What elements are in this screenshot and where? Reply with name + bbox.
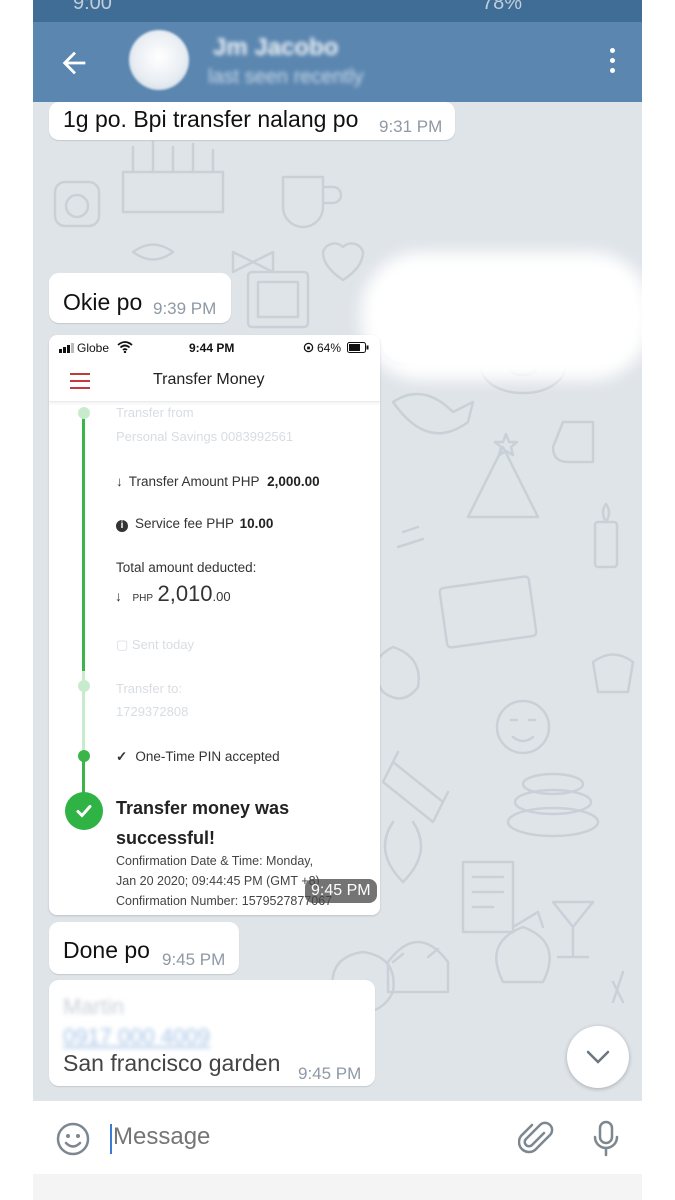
status-bar: 9:00 78% [33, 0, 642, 22]
emoji-icon[interactable] [55, 1121, 91, 1157]
image-time: 9:45 PM [305, 879, 377, 903]
message-text: San francisco garden [63, 1050, 281, 1076]
service-fee-value: 10.00 [239, 516, 274, 531]
phone-screen: 9:00 78% Jm Jacobo last seen recently 1g… [33, 0, 642, 1200]
back-arrow-icon[interactable] [57, 46, 91, 80]
arrow-down-icon: ↓ [116, 474, 123, 489]
carrier-name: Globe [77, 341, 110, 355]
avatar[interactable] [129, 30, 189, 90]
message-time: 9:45 PM [298, 1064, 362, 1083]
screenshot-time: 9:44 PM [189, 341, 235, 355]
message-bubble[interactable]: Okie po 9:39 PM [49, 273, 231, 323]
transfer-amount-row: ↓ Transfer Amount PHP 2,000.00 [116, 474, 320, 489]
message-bubble[interactable]: Martin 0917 000 4009 San francisco garde… [49, 980, 375, 1086]
redacted-name: Martin [63, 994, 125, 1019]
timeline-line [82, 411, 85, 671]
success-check-icon [65, 792, 103, 830]
paperclip-icon[interactable] [518, 1119, 554, 1159]
transfer-amount-value: 2,000.00 [267, 474, 320, 489]
faded-detail: Personal Savings 0083992561 [116, 429, 294, 444]
timeline-dot [78, 750, 90, 762]
redacted-link: 0917 000 4009 [63, 1024, 210, 1049]
otp-row: ✓ One-Time PIN accepted [116, 749, 280, 764]
last-seen-status: last seen recently [208, 66, 364, 88]
wifi-icon [117, 341, 133, 353]
image-attachment[interactable]: Globe 9:44 PM 64% Transfer Money Transfe… [49, 335, 380, 915]
message-text: 1g po. Bpi transfer nalang po [63, 106, 359, 132]
microphone-icon[interactable] [591, 1119, 621, 1159]
chevron-down-icon [586, 1050, 610, 1064]
scroll-down-button[interactable] [567, 1026, 629, 1088]
message-bubble[interactable]: Done po 9:45 PM [49, 922, 239, 974]
faded-detail: ▢ Sent today [116, 637, 195, 652]
more-options-icon[interactable] [608, 48, 616, 78]
battery-percent: 64% [317, 341, 342, 355]
timeline-dot [78, 680, 90, 692]
contact-name[interactable]: Jm Jacobo [213, 34, 338, 62]
total-currency: PHP [132, 593, 154, 604]
message-time: 9:31 PM [379, 117, 443, 136]
timeline-dot [78, 407, 90, 419]
message-time: 9:39 PM [153, 299, 217, 318]
signal-icon [59, 343, 74, 353]
total-whole: 2,010 [157, 581, 213, 606]
arrow-down-icon: ↓ [115, 588, 122, 604]
service-fee-row: i Service fee PHP 10.00 [116, 516, 273, 532]
battery-icon [347, 342, 369, 353]
message-text: Done po [63, 937, 150, 963]
transfer-title: Transfer Money [153, 371, 265, 388]
hamburger-menu-icon [70, 373, 90, 394]
message-time: 9:45 PM [162, 950, 226, 969]
ios-status-bar: Globe 9:44 PM 64% [49, 335, 380, 361]
android-nav-bar [33, 1174, 642, 1200]
total-cents: .00 [212, 589, 231, 604]
redacted-message [361, 252, 642, 380]
message-composer [33, 1100, 642, 1175]
message-bubble[interactable]: 1g po. Bpi transfer nalang po 9:31 PM [49, 102, 455, 140]
chat-header: Jm Jacobo last seen recently [33, 22, 642, 102]
faded-detail: Transfer from [116, 405, 194, 420]
total-amount: ↓ PHP 2,010.00 [115, 581, 231, 607]
rotation-lock-icon [303, 342, 314, 353]
check-icon: ✓ [116, 749, 128, 764]
transfer-header: Transfer Money [49, 361, 380, 402]
success-message: Transfer money was successful! [116, 798, 290, 848]
status-battery: 78% [481, 0, 522, 14]
text-cursor [110, 1124, 112, 1154]
info-icon: i [116, 520, 128, 532]
total-label: Total amount deducted: [116, 560, 257, 575]
status-time: 9:00 [73, 0, 112, 14]
message-input[interactable] [113, 1123, 493, 1151]
faded-detail: 1729372808 [116, 704, 189, 719]
faded-detail: Transfer to: [116, 681, 182, 696]
message-text: Okie po [63, 289, 143, 315]
